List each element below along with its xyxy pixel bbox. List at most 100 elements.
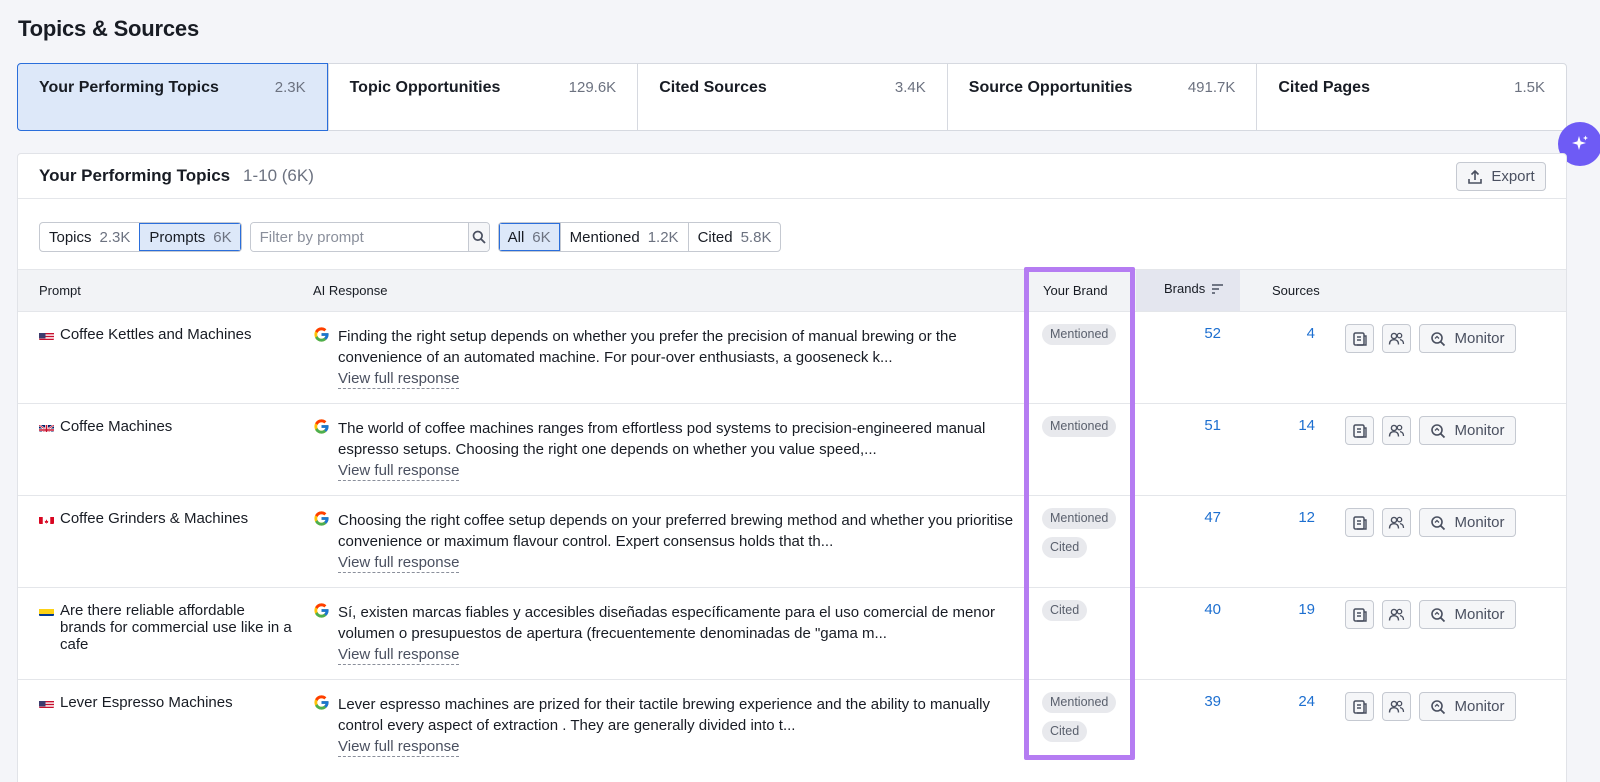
upload-icon [1468, 169, 1483, 184]
card-title: Your Performing Topics [39, 166, 231, 185]
monitor-button[interactable]: Monitor [1419, 692, 1516, 721]
column-your-brand[interactable]: Your Brand [1043, 283, 1108, 298]
row-actions: Monitor [1345, 692, 1516, 721]
view-full-response-link[interactable]: View full response [338, 646, 460, 665]
view-details-button[interactable] [1345, 508, 1374, 537]
competitors-button[interactable] [1382, 692, 1411, 721]
tab-count: 491.7K [1187, 79, 1236, 96]
toggle-count: 6K [213, 228, 232, 246]
your-brand-cell: Cited [1042, 600, 1088, 621]
tab-source-opportunities[interactable]: Source Opportunities 491.7K [946, 64, 1257, 130]
sources-count[interactable]: 4 [1275, 325, 1315, 342]
search-button[interactable] [467, 223, 489, 251]
filter-count: 5.8K [740, 228, 772, 246]
tab-cited-pages[interactable]: Cited Pages 1.5K [1256, 64, 1566, 130]
monitor-button[interactable]: Monitor [1419, 600, 1516, 629]
tab-label: Source Opportunities [968, 79, 1133, 96]
prompt-cell[interactable]: Coffee Grinders & Machines [39, 510, 294, 527]
status-badge: Mentioned [1042, 692, 1117, 713]
view-full-response-link[interactable]: View full response [338, 462, 460, 481]
prompt-cell[interactable]: Coffee Kettles and Machines [39, 326, 294, 343]
row-actions: Monitor [1345, 416, 1516, 445]
competitors-button[interactable] [1382, 508, 1411, 537]
prompt-cell[interactable]: Coffee Machines [39, 418, 294, 435]
view-details-button[interactable] [1345, 692, 1374, 721]
response-text: Choosing the right coffee setup depends … [338, 512, 1014, 550]
status-badge: Mentioned [1042, 508, 1117, 529]
table-row: Coffee Grinders & Machines Choosing the … [18, 495, 1566, 587]
toggle-topics[interactable]: Topics 2.3K [40, 223, 139, 251]
filter-count: 6K [532, 228, 551, 246]
brands-count[interactable]: 52 [1181, 325, 1221, 342]
prompt-cell[interactable]: Are there reliable affordable brands for… [39, 602, 294, 653]
filter-cited[interactable]: Cited 5.8K [687, 223, 781, 251]
view-full-response-link[interactable]: View full response [338, 554, 460, 573]
sources-count[interactable]: 24 [1275, 693, 1315, 710]
brands-count[interactable]: 51 [1181, 417, 1221, 434]
row-actions: Monitor [1345, 600, 1516, 629]
sources-count[interactable]: 19 [1275, 601, 1315, 618]
export-button[interactable]: Export [1456, 162, 1546, 191]
tab-label: Cited Sources [659, 79, 767, 96]
brands-count[interactable]: 39 [1181, 693, 1221, 710]
google-icon [313, 602, 330, 619]
sources-count[interactable]: 12 [1275, 509, 1315, 526]
prompt-filter-input[interactable] [250, 223, 468, 251]
country-flag-icon [39, 698, 54, 708]
performing-topics-card: Your Performing Topics 1-10 (6K) Export … [17, 153, 1567, 782]
tab-label: Topic Opportunities [349, 79, 501, 96]
monitor-search-icon [1431, 515, 1446, 530]
view-details-button[interactable] [1345, 324, 1374, 353]
document-icon [1352, 607, 1367, 622]
view-full-response-link[interactable]: View full response [338, 738, 460, 757]
response-text: Lever espresso machines are prized for t… [338, 696, 991, 734]
monitor-label: Monitor [1454, 330, 1505, 347]
users-icon [1388, 424, 1405, 437]
toggle-count: 2.3K [99, 228, 131, 246]
monitor-label: Monitor [1454, 606, 1505, 623]
competitors-button[interactable] [1382, 324, 1411, 353]
column-brands[interactable]: Brands [1164, 281, 1224, 296]
tab-label: Your Performing Topics [39, 79, 219, 96]
country-flag-icon [39, 606, 54, 616]
monitor-button[interactable]: Monitor [1419, 416, 1516, 445]
sort-descending-icon [1212, 283, 1224, 294]
status-badge: Cited [1042, 721, 1088, 742]
table-row: Lever Espresso Machines Lever espresso m… [18, 679, 1566, 771]
country-flag-icon [39, 330, 54, 340]
tab-cited-sources[interactable]: Cited Sources 3.4K [637, 64, 947, 130]
prompt-cell[interactable]: Lever Espresso Machines [39, 694, 294, 711]
competitors-button[interactable] [1382, 416, 1411, 445]
column-brands-label: Brands [1164, 281, 1206, 296]
row-actions: Monitor [1345, 508, 1516, 537]
document-icon [1352, 423, 1367, 438]
toggle-prompts[interactable]: Prompts 6K [139, 223, 241, 251]
tab-count: 129.6K [568, 79, 617, 96]
view-details-button[interactable] [1345, 416, 1374, 445]
brands-count[interactable]: 40 [1181, 601, 1221, 618]
column-sources[interactable]: Sources [1272, 283, 1320, 298]
monitor-button[interactable]: Monitor [1419, 324, 1516, 353]
your-brand-cell: Mentioned [1042, 416, 1117, 437]
row-actions: Monitor [1345, 324, 1516, 353]
tab-your-performing-topics[interactable]: Your Performing Topics 2.3K [17, 63, 328, 131]
report-tabs: Your Performing Topics 2.3K Topic Opport… [17, 63, 1567, 131]
brands-count[interactable]: 47 [1181, 509, 1221, 526]
status-badge: Cited [1042, 600, 1088, 621]
filter-all[interactable]: All 6K [498, 223, 560, 251]
monitor-button[interactable]: Monitor [1419, 508, 1516, 537]
prompt-text: Coffee Machines [60, 418, 173, 435]
monitor-search-icon [1431, 607, 1446, 622]
view-details-button[interactable] [1345, 600, 1374, 629]
filter-mentioned[interactable]: Mentioned 1.2K [559, 223, 688, 251]
response-text: Sí, existen marcas fiables y accesibles … [338, 604, 995, 642]
ai-response-cell: Finding the right setup depends on wheth… [313, 326, 1033, 389]
tab-count: 3.4K [894, 79, 926, 96]
toggle-label: Prompts [149, 228, 206, 246]
view-full-response-link[interactable]: View full response [338, 370, 460, 389]
competitors-button[interactable] [1382, 600, 1411, 629]
users-icon [1388, 700, 1405, 713]
sources-count[interactable]: 14 [1275, 417, 1315, 434]
tab-topic-opportunities[interactable]: Topic Opportunities 129.6K [327, 64, 638, 130]
your-brand-cell: Mentioned Cited [1042, 692, 1117, 742]
